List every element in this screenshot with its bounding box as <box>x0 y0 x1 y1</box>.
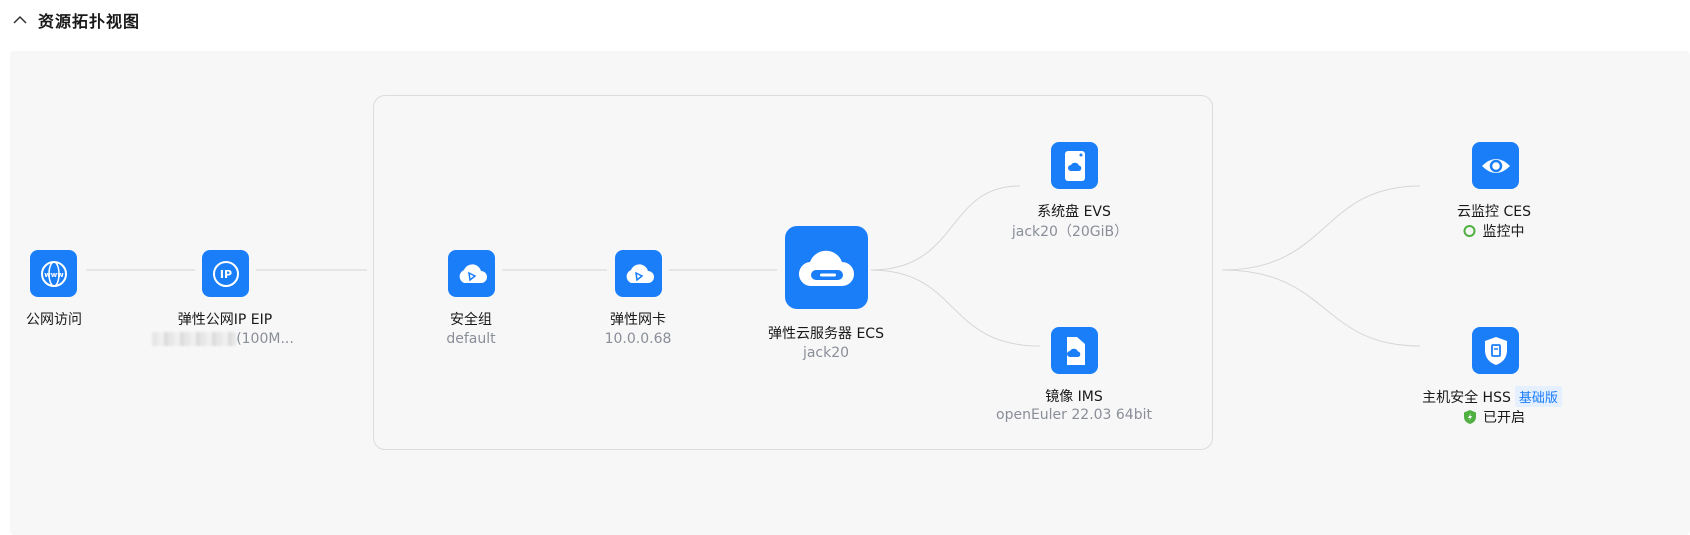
secgroup-label[interactable]: 安全组 <box>450 309 492 329</box>
svg-text:www: www <box>44 271 64 279</box>
ecs-name: jack20 <box>802 345 850 361</box>
hss-edition-badge: 基础版 <box>1514 386 1562 407</box>
status-dot-icon <box>1463 225 1476 237</box>
shield-icon[interactable] <box>1472 327 1519 374</box>
disk-icon[interactable] <box>1051 142 1098 189</box>
evs-label[interactable]: 系统盘 EVS <box>1037 201 1111 221</box>
internet-label: 公网访问 <box>26 312 82 328</box>
ip-address-icon[interactable]: IP <box>202 250 249 297</box>
ces-status-text: 监控中 <box>1482 224 1525 240</box>
nic-label[interactable]: 弹性网卡 <box>610 309 666 329</box>
ecs-label[interactable]: 弹性云服务器 ECS <box>768 323 884 343</box>
ces-status: 监控中 <box>1463 221 1525 241</box>
nic-ip: 10.0.0.68 <box>604 331 672 347</box>
ces-label[interactable]: 云监控 CES <box>1457 201 1531 221</box>
hss-status: 已开启 <box>1463 407 1525 427</box>
hss-label-text: 主机安全 HSS <box>1422 390 1511 406</box>
ims-detail: openEuler 22.03 64bit <box>996 407 1152 423</box>
eip-label[interactable]: 弹性公网IP EIP <box>178 309 272 329</box>
eye-icon[interactable] <box>1472 142 1519 189</box>
image-file-icon[interactable] <box>1051 327 1098 374</box>
evs-detail: jack20（20GiB） <box>1011 224 1129 240</box>
masked-ip-address <box>152 332 236 346</box>
ims-label[interactable]: 镜像 IMS <box>1045 386 1103 406</box>
hss-status-text: 已开启 <box>1483 410 1525 426</box>
eip-bandwidth: (100M... <box>236 331 294 347</box>
svg-text:IP: IP <box>219 268 231 281</box>
cloud-network-icon[interactable] <box>615 250 662 297</box>
cloud-network-icon[interactable] <box>448 250 495 297</box>
secgroup-name: default <box>446 331 496 347</box>
hss-label[interactable]: 主机安全 HSS 基础版 <box>1422 386 1562 407</box>
cloud-server-icon[interactable] <box>785 226 868 309</box>
www-globe-icon[interactable]: www <box>30 250 77 297</box>
shield-check-icon <box>1463 409 1477 425</box>
